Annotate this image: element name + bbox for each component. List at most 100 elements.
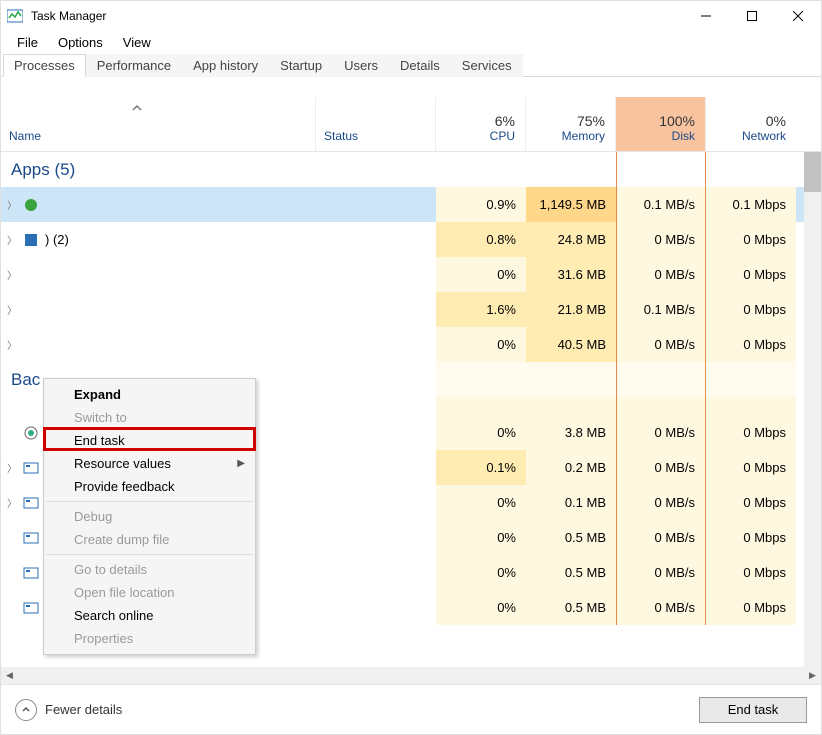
fewer-details-label: Fewer details [45, 702, 122, 717]
scroll-right-icon[interactable]: ▶ [804, 667, 821, 684]
process-row[interactable]: 〉 1.6% 21.8 MB 0.1 MB/s 0 Mbps [1, 292, 821, 327]
tab-performance[interactable]: Performance [86, 54, 182, 77]
group-apps-label: Apps (5) [11, 160, 75, 180]
disk-value: 0.1 MB/s [616, 187, 706, 222]
network-value: 0 Mbps [706, 555, 796, 590]
disk-value: 0 MB/s [616, 327, 706, 362]
memory-value: 1,149.5 MB [526, 187, 616, 222]
app-icon [7, 8, 23, 24]
disk-value: 0 MB/s [616, 555, 706, 590]
context-debug: Debug [44, 505, 255, 528]
cpu-value: 0% [436, 555, 526, 590]
context-resource-values[interactable]: Resource values ▶ [44, 452, 255, 475]
submenu-arrow-icon: ▶ [237, 458, 245, 469]
context-switch-to: Switch to [44, 406, 255, 429]
fewer-details-toggle[interactable]: Fewer details [15, 699, 122, 721]
expand-spacer [7, 602, 17, 613]
window-title: Task Manager [31, 9, 683, 23]
horizontal-scrollbar[interactable]: ◀ ▶ [1, 667, 821, 684]
tab-services[interactable]: Services [451, 54, 523, 77]
end-task-label: End task [728, 702, 779, 717]
process-icon [23, 600, 39, 616]
tab-app-history[interactable]: App history [182, 54, 269, 77]
cpu-value: 0.9% [436, 187, 526, 222]
context-resource-values-label: Resource values [74, 456, 171, 471]
memory-value: 21.8 MB [526, 292, 616, 327]
context-end-task[interactable]: End task [44, 429, 255, 452]
process-row[interactable]: 〉 0% 40.5 MB 0 MB/s 0 Mbps [1, 327, 821, 362]
process-icon [23, 232, 39, 248]
disk-value: 0.1 MB/s [616, 292, 706, 327]
expand-icon[interactable]: 〉 [7, 460, 17, 475]
column-name-label: Name [9, 129, 41, 143]
memory-value: 31.6 MB [526, 257, 616, 292]
column-name[interactable]: Name [1, 97, 316, 151]
cpu-value: 0% [436, 257, 526, 292]
column-status[interactable]: Status [316, 97, 436, 151]
column-cpu[interactable]: 6% CPU [436, 97, 526, 151]
disk-value: 0 MB/s [616, 257, 706, 292]
group-apps[interactable]: Apps (5) [1, 152, 821, 187]
menu-file[interactable]: File [7, 33, 48, 52]
chevron-up-icon [15, 699, 37, 721]
tab-details[interactable]: Details [389, 54, 451, 77]
cpu-label: CPU [490, 129, 515, 143]
process-icon [23, 267, 39, 283]
close-button[interactable] [775, 1, 821, 31]
context-menu: Expand Switch to End task Resource value… [43, 378, 256, 655]
network-value: 0 Mbps [706, 485, 796, 520]
process-icon [23, 425, 39, 441]
cpu-value: 0% [436, 590, 526, 625]
scrollbar-thumb[interactable] [804, 152, 821, 192]
column-network[interactable]: 0% Network [706, 97, 796, 151]
process-row[interactable]: 〉 0.9% 1,149.5 MB 0.1 MB/s 0.1 Mbps [1, 187, 821, 222]
end-task-button[interactable]: End task [699, 697, 807, 723]
column-disk[interactable]: 100% Disk [616, 97, 706, 151]
memory-value: 0.5 MB [526, 590, 616, 625]
disk-label: Disk [672, 129, 695, 143]
context-properties: Properties [44, 627, 255, 650]
disk-value: 0 MB/s [616, 415, 706, 450]
process-row[interactable]: 〉) (2) 0.8% 24.8 MB 0 MB/s 0 Mbps [1, 222, 821, 257]
process-icon [23, 460, 39, 476]
column-memory[interactable]: 75% Memory [526, 97, 616, 151]
memory-value: 0.5 MB [526, 520, 616, 555]
context-provide-feedback[interactable]: Provide feedback [44, 475, 255, 498]
context-expand[interactable]: Expand [44, 383, 255, 406]
group-background-label: Bac [11, 370, 40, 390]
process-row[interactable]: 〉 0% 31.6 MB 0 MB/s 0 Mbps [1, 257, 821, 292]
task-manager-window: Task Manager File Options View Processes… [0, 0, 822, 735]
title-bar: Task Manager [1, 1, 821, 31]
menu-bar: File Options View [1, 31, 821, 53]
minimize-button[interactable] [683, 1, 729, 31]
context-open-file-location: Open file location [44, 581, 255, 604]
maximize-button[interactable] [729, 1, 775, 31]
tab-processes[interactable]: Processes [3, 54, 86, 77]
tab-startup[interactable]: Startup [269, 54, 333, 77]
expand-icon[interactable]: 〉 [7, 337, 17, 352]
scroll-left-icon[interactable]: ◀ [1, 667, 18, 684]
expand-icon[interactable]: 〉 [7, 197, 17, 212]
disk-value: 0 MB/s [616, 450, 706, 485]
vertical-scrollbar[interactable] [804, 152, 821, 667]
expand-icon[interactable]: 〉 [7, 267, 17, 282]
disk-percent: 100% [659, 113, 695, 129]
network-value: 0 Mbps [706, 520, 796, 555]
network-percent: 0% [766, 113, 786, 129]
tab-users[interactable]: Users [333, 54, 389, 77]
process-name: ) (2) [45, 232, 69, 247]
menu-options[interactable]: Options [48, 33, 113, 52]
scrollbar-track[interactable] [18, 667, 804, 684]
process-icon [23, 530, 39, 546]
context-search-online[interactable]: Search online [44, 604, 255, 627]
disk-value: 0 MB/s [616, 485, 706, 520]
network-value: 0 Mbps [706, 222, 796, 257]
cpu-value: 0% [436, 327, 526, 362]
expand-icon[interactable]: 〉 [7, 232, 17, 247]
menu-view[interactable]: View [113, 33, 161, 52]
expand-icon[interactable]: 〉 [7, 495, 17, 510]
cpu-value: 1.6% [436, 292, 526, 327]
expand-icon[interactable]: 〉 [7, 302, 17, 317]
column-status-label: Status [324, 129, 358, 143]
disk-value: 0 MB/s [616, 520, 706, 555]
